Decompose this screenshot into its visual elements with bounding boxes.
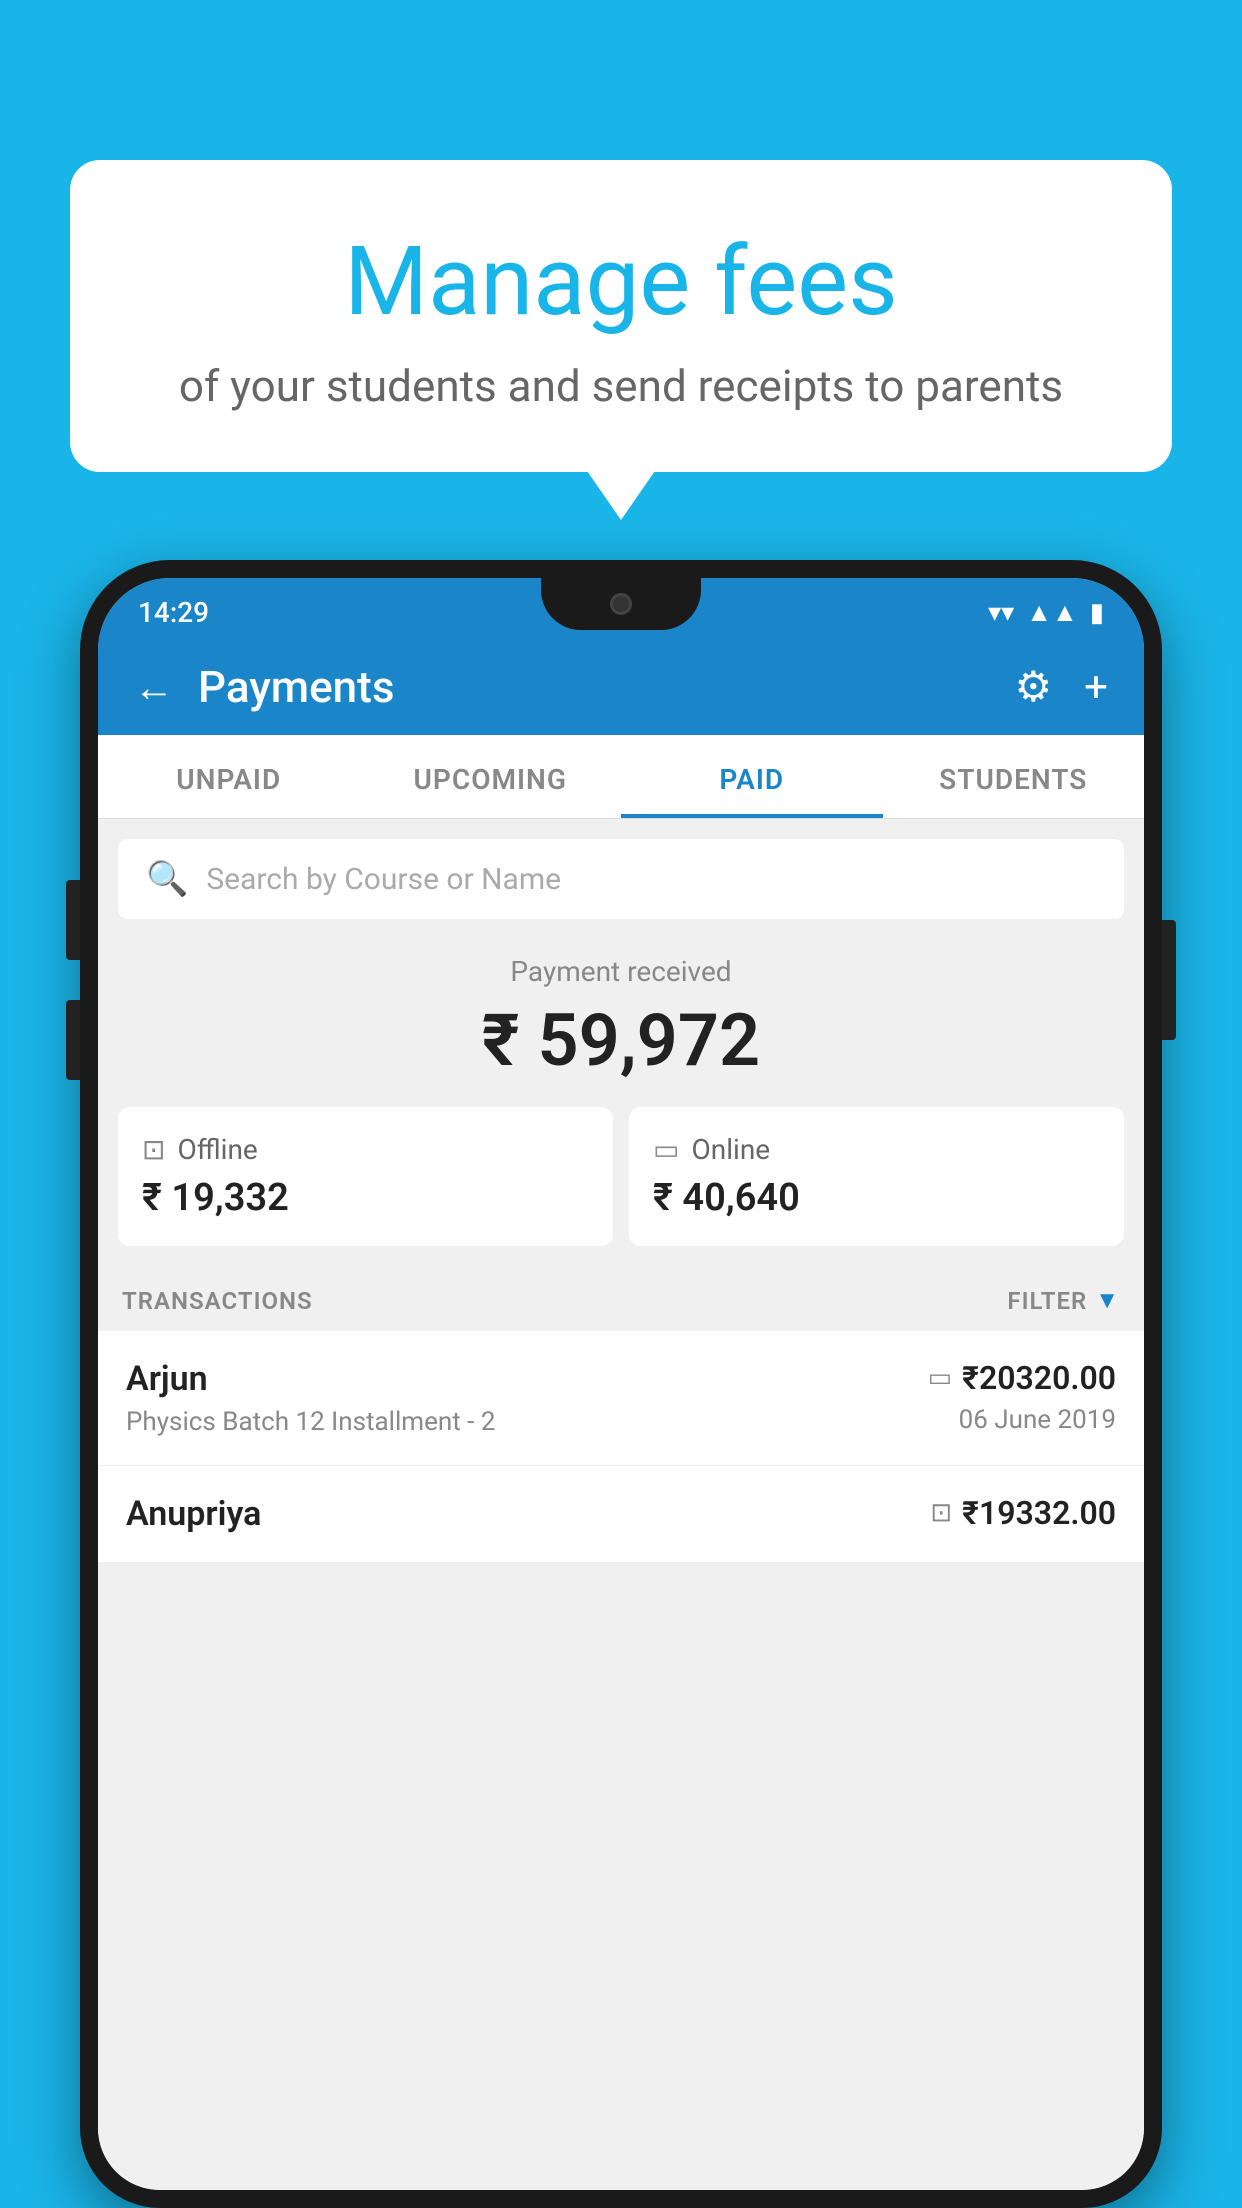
online-amount: ₹ 40,640 — [653, 1176, 1100, 1220]
header-right: ⚙ + — [1015, 662, 1109, 712]
speech-bubble: Manage fees of your students and send re… — [70, 160, 1172, 472]
filter-button[interactable]: FILTER ▼ — [1007, 1286, 1120, 1315]
transaction-right: ▭ ₹20320.00 06 June 2019 — [928, 1359, 1116, 1435]
search-icon: 🔍 — [146, 859, 188, 899]
status-time: 14:29 — [138, 596, 209, 629]
payment-cards: ⊡ Offline ₹ 19,332 ▭ Online ₹ 40,640 — [98, 1107, 1144, 1266]
tab-paid[interactable]: PAID — [621, 735, 883, 818]
signal-icon: ▲▲ — [1026, 597, 1077, 628]
filter-label: FILTER — [1007, 1287, 1087, 1315]
tabs: UNPAID UPCOMING PAID STUDENTS — [98, 735, 1144, 819]
search-bar[interactable]: 🔍 Search by Course or Name — [118, 839, 1124, 919]
status-icons: ▾▾ ▲▲ ▮ — [988, 597, 1104, 628]
content-area: 🔍 Search by Course or Name Payment recei… — [98, 819, 1144, 2190]
transaction-item[interactable]: Arjun Physics Batch 12 Installment - 2 ▭… — [98, 1331, 1144, 1466]
transaction-amount: ₹20320.00 — [962, 1359, 1116, 1397]
transaction-amount-row: ▭ ₹20320.00 — [928, 1359, 1116, 1397]
tab-students[interactable]: STUDENTS — [883, 735, 1145, 818]
battery-icon: ▮ — [1090, 598, 1104, 628]
filter-icon: ▼ — [1095, 1286, 1120, 1315]
app-header: ← Payments ⚙ + — [98, 639, 1144, 735]
phone-container: 14:29 ▾▾ ▲▲ ▮ ← Payments — [80, 560, 1162, 2208]
offline-icon: ⊡ — [142, 1133, 165, 1166]
notch — [541, 578, 701, 630]
offline-card-header: ⊡ Offline — [142, 1133, 589, 1166]
transaction-left: Anupriya — [126, 1494, 261, 1534]
transaction-right: ⊡ ₹19332.00 — [930, 1494, 1116, 1532]
transactions-header: TRANSACTIONS FILTER ▼ — [98, 1266, 1144, 1331]
speech-bubble-container: Manage fees of your students and send re… — [70, 160, 1172, 472]
transaction-amount: ₹19332.00 — [962, 1494, 1116, 1532]
offline-amount: ₹ 19,332 — [142, 1176, 589, 1220]
transaction-amount-row: ⊡ ₹19332.00 — [930, 1494, 1116, 1532]
offline-label: Offline — [177, 1133, 257, 1166]
online-icon: ▭ — [653, 1133, 679, 1166]
transactions-label: TRANSACTIONS — [122, 1287, 313, 1315]
transaction-name: Anupriya — [126, 1494, 261, 1534]
page-title: Payments — [198, 661, 394, 713]
tab-upcoming[interactable]: UPCOMING — [360, 735, 622, 818]
bubble-title: Manage fees — [130, 230, 1112, 336]
transaction-name: Arjun — [126, 1359, 495, 1399]
offline-card: ⊡ Offline ₹ 19,332 — [118, 1107, 613, 1246]
search-placeholder: Search by Course or Name — [206, 862, 561, 897]
phone-outer: 14:29 ▾▾ ▲▲ ▮ ← Payments — [80, 560, 1162, 2208]
transaction-description: Physics Batch 12 Installment - 2 — [126, 1407, 495, 1437]
payment-received-label: Payment received — [118, 955, 1124, 988]
add-icon[interactable]: + — [1084, 663, 1108, 712]
header-left: ← Payments — [134, 661, 394, 713]
back-button[interactable]: ← — [134, 664, 174, 711]
transaction-item[interactable]: Anupriya ⊡ ₹19332.00 — [98, 1466, 1144, 1563]
online-label: Online — [691, 1133, 770, 1166]
payment-summary: Payment received ₹ 59,972 — [98, 919, 1144, 1107]
tab-unpaid[interactable]: UNPAID — [98, 735, 360, 818]
offline-payment-icon: ⊡ — [930, 1498, 952, 1528]
wifi-icon: ▾▾ — [988, 598, 1014, 628]
card-payment-icon: ▭ — [928, 1363, 953, 1393]
online-card: ▭ Online ₹ 40,640 — [629, 1107, 1124, 1246]
bubble-subtitle: of your students and send receipts to pa… — [130, 360, 1112, 412]
online-card-header: ▭ Online — [653, 1133, 1100, 1166]
payment-total-amount: ₹ 59,972 — [118, 998, 1124, 1083]
transaction-left: Arjun Physics Batch 12 Installment - 2 — [126, 1359, 495, 1437]
status-bar: 14:29 ▾▾ ▲▲ ▮ — [98, 578, 1144, 639]
camera — [610, 593, 632, 615]
settings-icon[interactable]: ⚙ — [1015, 662, 1053, 712]
phone-screen: 14:29 ▾▾ ▲▲ ▮ ← Payments — [98, 578, 1144, 2190]
transaction-date: 06 June 2019 — [959, 1405, 1116, 1435]
